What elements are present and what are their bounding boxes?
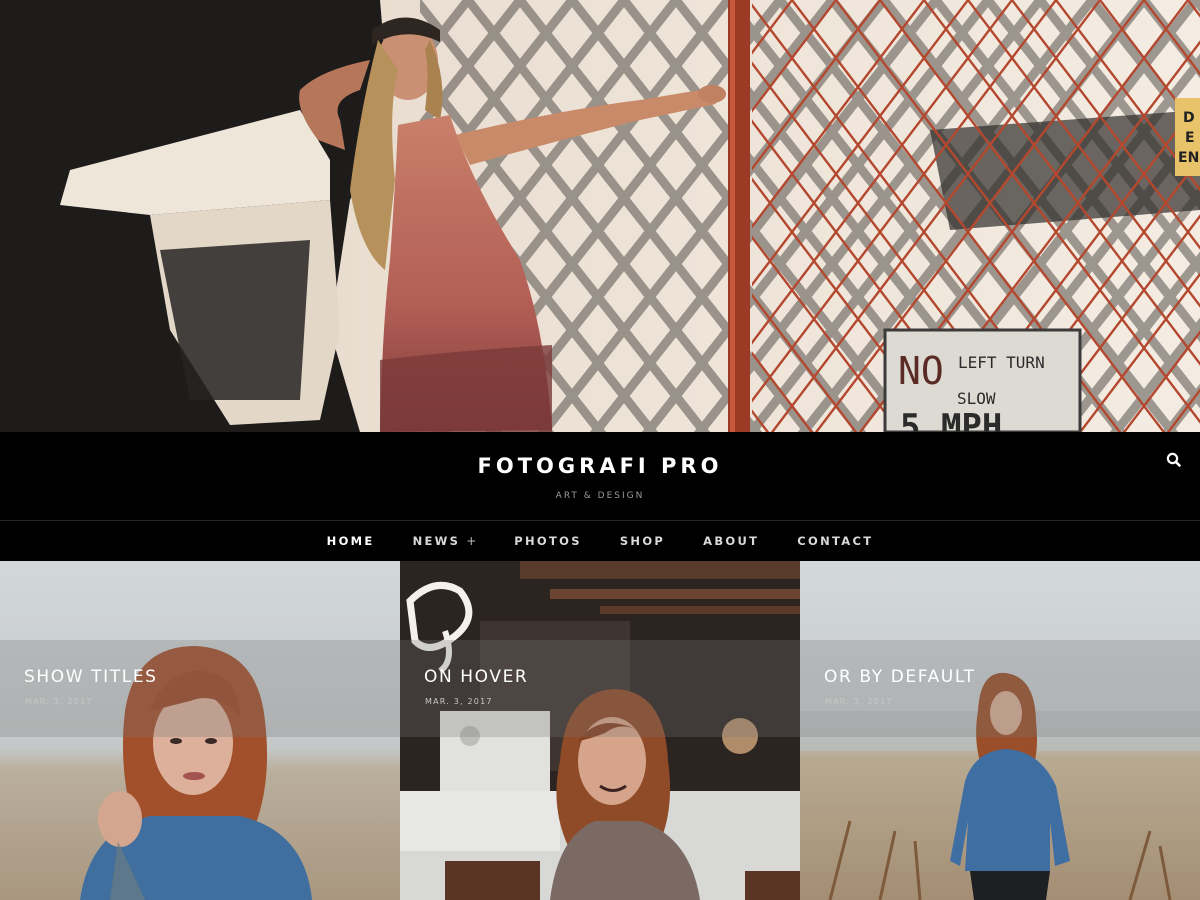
- post-tile[interactable]: SHOW TITLES MAR. 3, 2017: [0, 561, 400, 900]
- nav-item-about[interactable]: ABOUT: [703, 534, 759, 548]
- nav-item-label: CONTACT: [797, 534, 874, 548]
- search-button[interactable]: [1164, 450, 1184, 470]
- nav-item-label: SHOP: [619, 534, 666, 548]
- post-title-overlay: [400, 640, 800, 737]
- site-tagline: ART & DESIGN: [555, 491, 645, 501]
- nav-item-photos[interactable]: PHOTOS: [514, 534, 582, 548]
- site-header: FOTOGRAFI PRO ART & DESIGN: [0, 432, 1200, 520]
- post-tile[interactable]: OR BY DEFAULT MAR. 3, 2017: [800, 561, 1200, 900]
- svg-text:D: D: [1183, 110, 1195, 126]
- post-title[interactable]: ON HOVER: [424, 667, 528, 687]
- post-tile[interactable]: ON HOVER MAR. 3, 2017: [400, 561, 800, 900]
- post-date: MAR. 3, 2017: [825, 697, 893, 706]
- nav-item-label: PHOTOS: [514, 534, 582, 548]
- nav-item-label: NEWS: [412, 534, 461, 548]
- svg-text:5 MPH: 5 MPH: [900, 407, 1002, 432]
- post-title[interactable]: SHOW TITLES: [24, 667, 158, 687]
- main-navigation: HOME NEWS + PHOTOS SHOP ABOUT CONTACT: [0, 520, 1200, 561]
- post-title-overlay: [0, 640, 400, 737]
- post-date: MAR. 3, 2017: [425, 697, 493, 706]
- nav-item-shop[interactable]: SHOP: [620, 534, 665, 548]
- svg-text:E: E: [1185, 130, 1195, 146]
- post-title[interactable]: OR BY DEFAULT: [824, 667, 976, 687]
- site-title[interactable]: FOTOGRAFI PRO: [0, 454, 1200, 478]
- nav-item-contact[interactable]: CONTACT: [797, 534, 873, 548]
- post-grid: SHOW TITLES MAR. 3, 2017 ON HOVER MAR. 3…: [0, 561, 1200, 900]
- nav-item-home[interactable]: HOME: [327, 534, 375, 548]
- svg-text:SLOW: SLOW: [957, 389, 996, 408]
- hero-photo: NO LEFT TURN SLOW 5 MPH D E EN: [0, 0, 1200, 432]
- nav-item-label: ABOUT: [703, 534, 760, 548]
- nav-item-news[interactable]: NEWS +: [413, 534, 477, 548]
- nav-item-label: HOME: [326, 534, 375, 548]
- submenu-plus-icon[interactable]: +: [466, 534, 476, 548]
- svg-text:EN: EN: [1178, 150, 1199, 166]
- post-date: MAR. 3, 2017: [25, 697, 93, 706]
- svg-text:NO: NO: [898, 349, 944, 393]
- svg-text:LEFT TURN: LEFT TURN: [958, 353, 1045, 372]
- search-icon: [1166, 452, 1181, 467]
- post-title-overlay: [800, 640, 1200, 737]
- hero-image: NO LEFT TURN SLOW 5 MPH D E EN: [0, 0, 1200, 432]
